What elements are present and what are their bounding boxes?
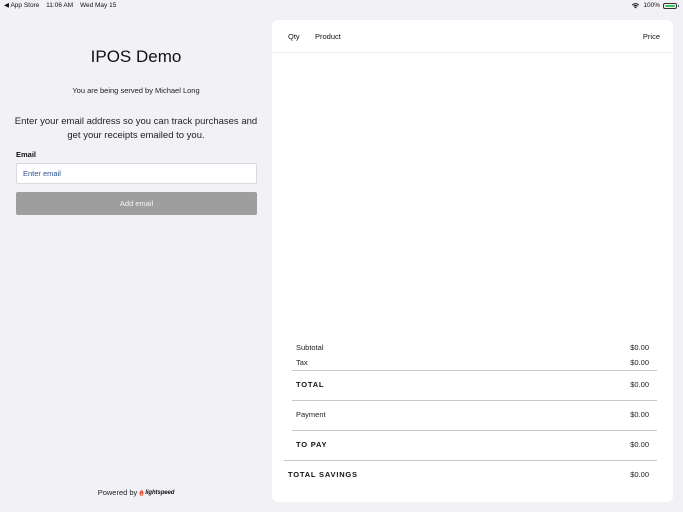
store-title: IPOS Demo [90,47,182,66]
payment-row: Payment $0.00 [296,410,649,420]
subtotal-value: $0.00 [630,343,649,352]
battery-percent: 100% [643,2,660,9]
subtotal-label: Subtotal [296,343,324,352]
tax-value: $0.00 [630,358,649,367]
tax-row: Tax $0.00 [296,358,649,368]
payment-value: $0.00 [630,410,649,419]
battery-icon [663,2,679,9]
total-value: $0.00 [630,380,649,389]
total-label: TOTAL [296,380,325,389]
battery-level [665,4,675,7]
price-column-header: Price [642,32,660,41]
product-column-header: Product [315,32,341,41]
back-to-app-store-link[interactable]: ◀ App Store [4,2,39,9]
divider [292,400,657,401]
status-date: Wed May 15 [79,2,117,9]
divider [292,370,657,371]
email-input[interactable] [16,163,257,184]
email-label: Email [16,150,37,159]
total-savings-label: TOTAL SAVINGS [288,470,358,479]
brand-name: lightspeed [145,489,175,496]
status-bar: ◀ App Store 11:06 AM Wed May 15 100% [0,0,683,11]
tax-label: Tax [296,358,308,367]
lightspeed-logo: lightspeed [139,489,174,496]
add-email-button[interactable]: Add email [16,192,257,215]
flame-icon [139,489,144,496]
divider [284,460,657,461]
customer-panel: IPOS Demo You are being served by Michae… [0,20,272,512]
payment-label: Payment [296,410,326,419]
email-prompt: Enter your email address so you can trac… [14,116,258,141]
total-savings-row: TOTAL SAVINGS $0.00 [288,470,649,480]
receipt-header: Qty Product Price [272,20,673,53]
status-right: 100% [631,0,679,11]
divider [292,430,657,431]
to-pay-value: $0.00 [630,440,649,449]
total-row: TOTAL $0.00 [296,380,649,390]
subtotal-row: Subtotal $0.00 [296,343,649,353]
to-pay-row: TO PAY $0.00 [296,440,649,450]
wifi-icon [632,3,640,9]
qty-column-header: Qty [288,32,300,41]
status-left: ◀ App Store 11:06 AM Wed May 15 [4,0,121,11]
receipt-panel: Qty Product Price Subtotal $0.00 Tax $0.… [272,20,673,502]
total-savings-value: $0.00 [630,470,649,479]
to-pay-label: TO PAY [296,440,328,449]
powered-by-label: Powered by [97,488,138,497]
status-time: 11:06 AM [46,2,74,9]
powered-by: Powered by lightspeed [0,488,272,497]
served-by-text: You are being served by Michael Long [72,86,200,95]
